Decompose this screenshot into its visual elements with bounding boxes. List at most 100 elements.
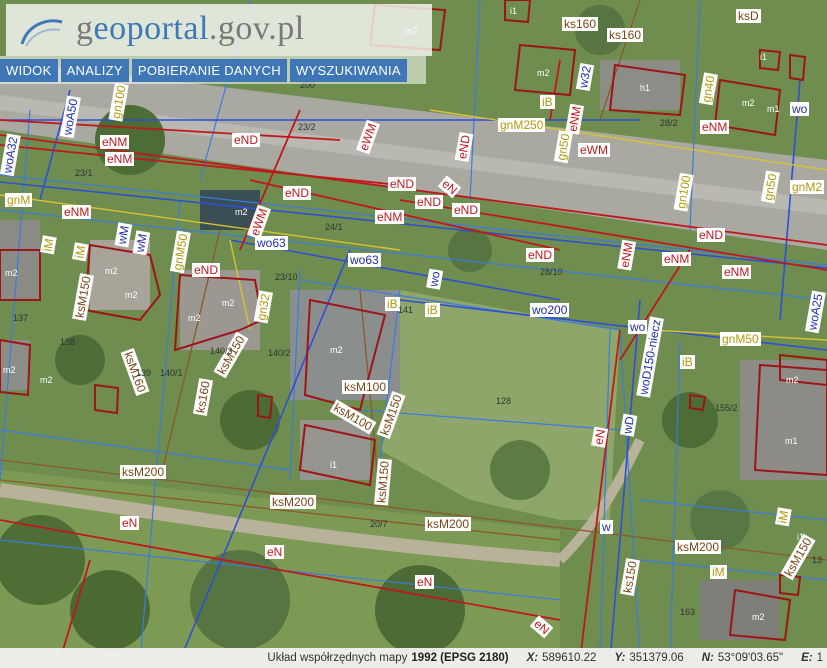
building-label: i1 — [760, 52, 768, 62]
map-label-gas: gnM50 — [720, 332, 761, 346]
main-menu: WIDOK ANALIZY POBIERANIE DANYCH WYSZUKIW… — [0, 56, 426, 84]
map-label-sewer: eNM — [62, 205, 92, 219]
logo-text: geoportal.gov.pl — [76, 10, 305, 48]
map-label-sewer: eNM — [662, 252, 692, 266]
menu-analizy[interactable]: ANALIZY — [60, 58, 129, 82]
building-label: i1 — [797, 532, 805, 542]
map-label-sewer: eNM — [105, 152, 135, 166]
menu-widok[interactable]: WIDOK — [0, 58, 58, 82]
menu-pobieranie-danych[interactable]: POBIERANIE DANYCH — [131, 58, 287, 82]
building-label: m2 — [40, 375, 53, 385]
building-label: m2 — [222, 298, 235, 308]
n-value: 53°09'03.65" — [717, 652, 784, 664]
building-label: m2 — [235, 207, 248, 217]
map-label-gas: gnM250 — [498, 118, 546, 132]
map-label-sewer: eND — [388, 177, 417, 191]
parcel-number: 28/2 — [660, 118, 678, 128]
building-label: m2 — [786, 375, 799, 385]
map-label-sewer: eND — [232, 133, 261, 147]
map-label-gas: iB — [680, 355, 695, 369]
n-label: N: — [701, 652, 714, 664]
logo-prefix: g — [76, 10, 94, 47]
map-label-gas: iM — [710, 565, 727, 579]
parcel-number: 13 — [812, 555, 823, 565]
building-label: m1 — [767, 104, 780, 114]
map-label-gas: iM — [39, 235, 57, 255]
building-label: m2 — [742, 98, 755, 108]
map-label-gas: gnM — [5, 193, 33, 207]
map-label-telecom: ksM200 — [270, 495, 317, 509]
parcel-number: 138 — [60, 337, 76, 347]
logo-banner[interactable]: geoportal.gov.pl — [6, 4, 432, 56]
building-label: m2 — [330, 345, 343, 355]
building-label: h1 — [640, 83, 651, 93]
map-label-sewer: eNM — [700, 120, 730, 134]
map-label-gas: iB — [425, 303, 440, 317]
map-label-sewer: eN — [415, 575, 435, 589]
parcel-number: 163 — [680, 607, 696, 617]
map-label-sewer: eND — [526, 248, 555, 262]
map-label-sewer: eN — [265, 545, 285, 559]
parcel-number: 23/1 — [75, 168, 93, 178]
building-label: m2 — [3, 365, 16, 375]
building-label: m2 — [188, 313, 201, 323]
parcel-number: 28/10 — [540, 267, 563, 277]
map-label-telecom: ks160 — [607, 28, 644, 42]
map-label-water: wo63 — [255, 236, 288, 250]
parcel-number: 128 — [496, 396, 512, 406]
map-label-gas: gnM2 — [790, 180, 825, 194]
building-label: m2 — [752, 612, 765, 622]
y-value: 351379.06 — [629, 652, 684, 664]
map-label-sewer: eND — [415, 195, 444, 209]
parcel-number: 23/2 — [298, 122, 316, 132]
crs-label: Układ współrzędnych mapy — [267, 652, 408, 664]
parcel-number: 137 — [13, 313, 29, 323]
building-label: m2 — [105, 266, 118, 276]
map-label-telecom: ksM200 — [425, 517, 472, 531]
building-label: i1 — [330, 460, 338, 470]
building-label: m2 — [537, 68, 550, 78]
map-label-gas: iM — [71, 242, 89, 262]
menu-wyszukiwania[interactable]: WYSZUKIWANIA — [289, 58, 407, 82]
building-label: m1 — [785, 436, 798, 446]
building-label: m2 — [5, 268, 18, 278]
parcel-number: 155/2 — [715, 403, 738, 413]
parcel-number: 140/1 — [160, 368, 183, 378]
parcel-number: 23/10 — [275, 272, 298, 282]
map-label-telecom: ksD — [736, 9, 761, 23]
map-label-sewer: eND — [452, 203, 481, 217]
map-label-telecom: ksM200 — [120, 465, 167, 479]
x-label: X: — [526, 652, 539, 664]
map-label-water: wo — [790, 102, 810, 116]
geoportal-logo-icon — [20, 19, 63, 47]
map-label-sewer: eN — [120, 516, 140, 530]
y-label: Y: — [614, 652, 626, 664]
logo-suffix: .gov.pl — [208, 10, 305, 47]
map-label-water: wo63 — [348, 253, 381, 267]
coordinate-status-bar: Układ współrzędnych mapy 1992 (EPSG 2180… — [0, 648, 827, 668]
map-label-water: wo200 — [530, 303, 570, 317]
map-label-water: w — [600, 520, 613, 534]
parcel-number: 20/7 — [370, 519, 388, 529]
map-label-sewer: eND — [697, 228, 726, 242]
map-label-water: wo — [628, 320, 648, 334]
parcel-number: 140/2 — [268, 348, 291, 358]
crs-value: 1992 (EPSG 2180) — [411, 652, 509, 664]
map-label-sewer: eNM — [722, 265, 752, 279]
logo-highlight: eoportal — [93, 10, 209, 47]
building-label: i1 — [510, 6, 518, 16]
map-label-gas: iB — [540, 95, 555, 109]
map-label-sewer: eNM — [375, 210, 405, 224]
e-value: 1 — [816, 652, 823, 664]
map-label-telecom: ksM200 — [675, 540, 722, 554]
building-label: m2 — [125, 290, 138, 300]
map-label-gas: iM — [774, 507, 792, 527]
e-label: E: — [801, 652, 813, 664]
parcel-number: 24/1 — [325, 222, 343, 232]
map-label-telecom: ksM100 — [342, 380, 389, 394]
map-label-sewer: eNM — [100, 135, 130, 149]
parcel-number: 139 — [136, 368, 152, 378]
map-label-sewer: eND — [283, 186, 312, 200]
x-value: 589610.22 — [542, 652, 597, 664]
map-label-sewer: eND — [192, 263, 221, 277]
